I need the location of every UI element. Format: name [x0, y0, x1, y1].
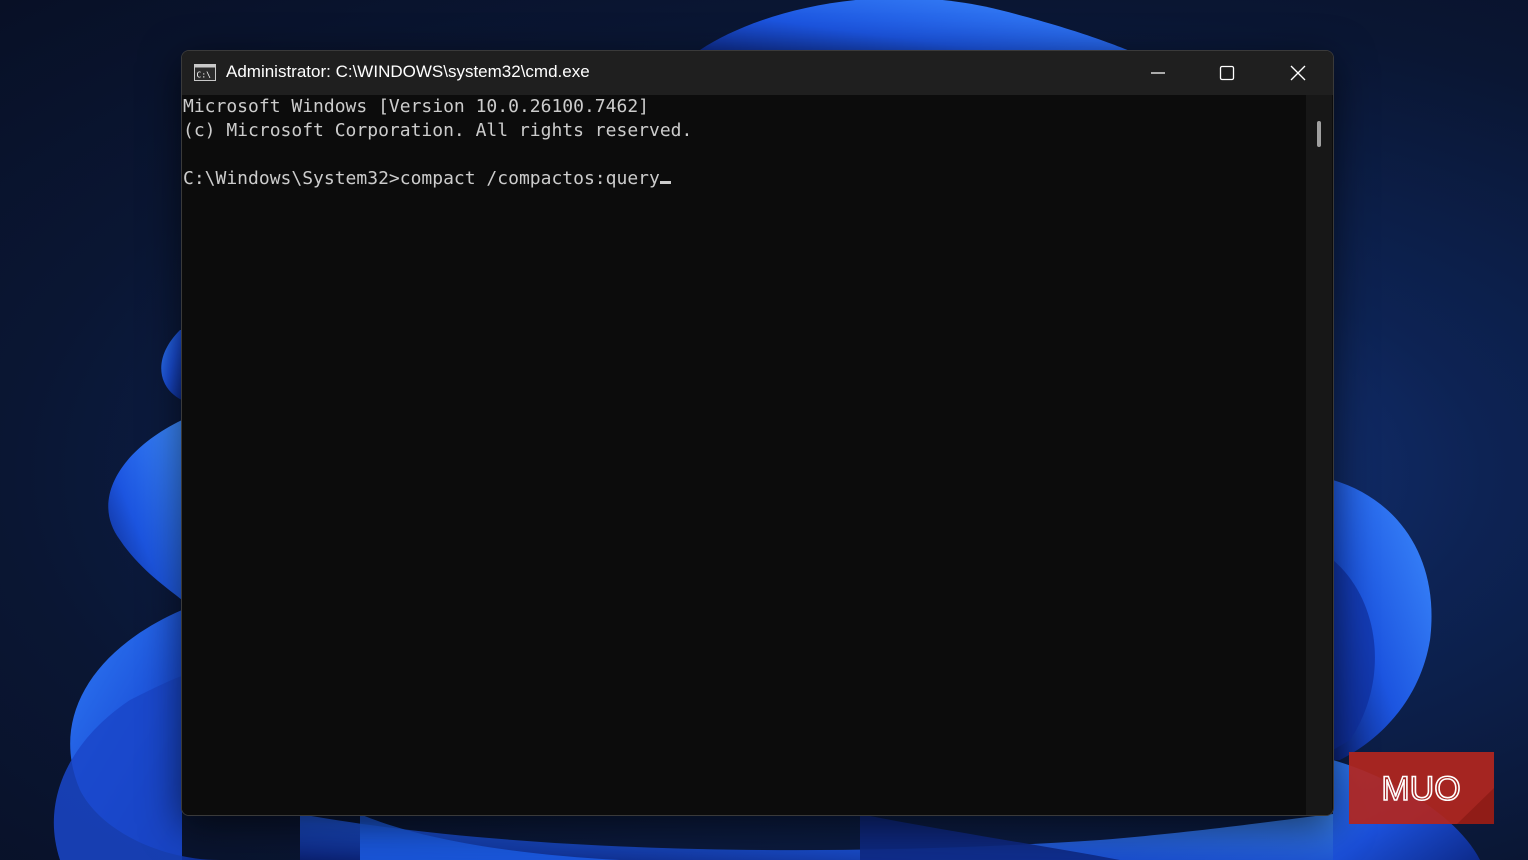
- text-cursor: [659, 181, 671, 184]
- close-icon: [1290, 65, 1306, 81]
- svg-text:C:\: C:\: [197, 71, 212, 80]
- console-output[interactable]: Microsoft Windows [Version 10.0.26100.74…: [182, 95, 1306, 815]
- console-line: (c) Microsoft Corporation. All rights re…: [183, 120, 693, 141]
- minimize-button[interactable]: [1123, 51, 1193, 95]
- logo-text: MUO: [1381, 770, 1460, 808]
- maximize-button[interactable]: [1192, 51, 1262, 95]
- minimize-icon: [1151, 72, 1165, 74]
- muo-logo: MUO: [1349, 752, 1494, 824]
- command-line[interactable]: C:\Windows\System32>compact /compactos:q…: [183, 167, 671, 191]
- cmd-window: C:\ Administrator: C:\WINDOWS\system32\c…: [181, 50, 1334, 816]
- maximize-icon: [1219, 65, 1235, 81]
- console-line: Microsoft Windows [Version 10.0.26100.74…: [183, 96, 649, 117]
- title-bar[interactable]: C:\ Administrator: C:\WINDOWS\system32\c…: [182, 51, 1333, 95]
- prompt-command: C:\Windows\System32>compact /compactos:q…: [183, 168, 660, 189]
- close-button[interactable]: [1263, 51, 1333, 95]
- cmd-icon: C:\: [194, 64, 216, 81]
- window-title: Administrator: C:\WINDOWS\system32\cmd.e…: [226, 62, 590, 81]
- vertical-scrollbar[interactable]: [1306, 95, 1332, 815]
- scrollbar-thumb[interactable]: [1317, 121, 1321, 147]
